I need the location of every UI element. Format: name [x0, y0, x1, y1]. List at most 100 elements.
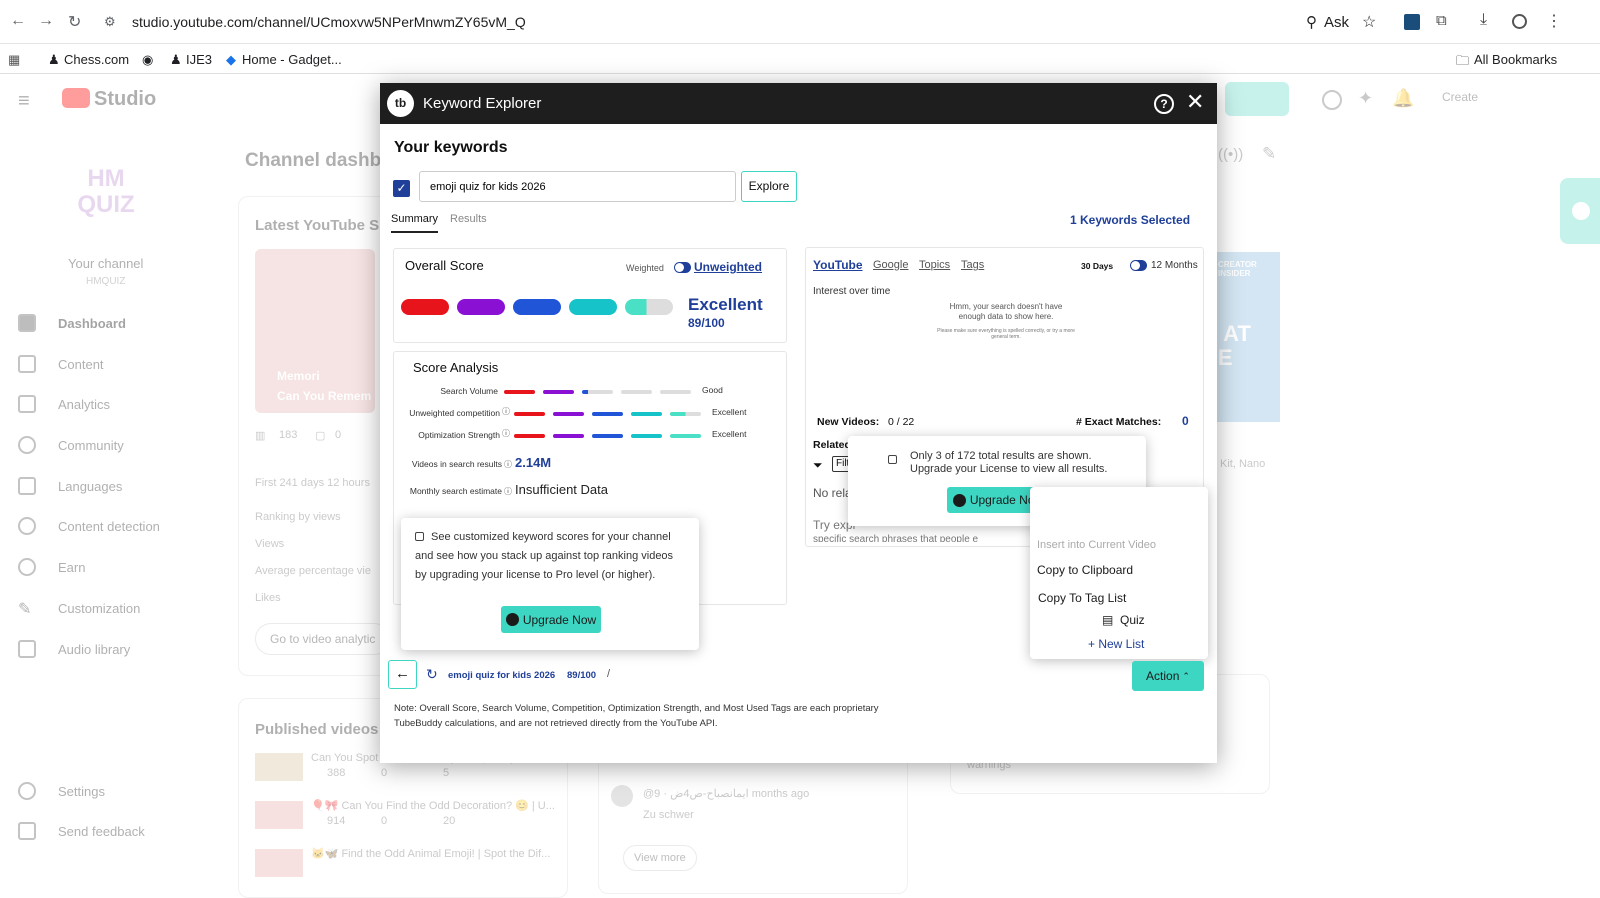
edit-icon[interactable]: ✎ [1262, 144, 1276, 164]
info-icon[interactable]: ⓘ [502, 428, 510, 439]
list-icon: ▤ [1102, 613, 1114, 627]
back-button[interactable]: ← [388, 660, 417, 689]
refresh-icon[interactable]: ↻ [426, 666, 438, 683]
views-icon: ▥ [255, 430, 266, 442]
search-icon[interactable]: ⚲ [1306, 13, 1317, 31]
breadcrumb-keyword[interactable]: emoji quiz for kids 2026 [448, 670, 555, 681]
menu-copy-tag-list[interactable]: Copy To Tag List [1038, 591, 1126, 605]
bell-icon[interactable]: 🔔 [1392, 88, 1414, 109]
menu-insert-into-video[interactable]: Insert into Current Video [1037, 539, 1156, 551]
go-to-analytics-button[interactable]: Go to video analytic [255, 623, 391, 655]
pub-title[interactable]: 🐱🦋 Find the Odd Animal Emoji! | Spot the… [311, 847, 550, 860]
nav-languages[interactable]: Languages [18, 477, 122, 495]
pub-thumb[interactable] [255, 801, 303, 829]
tab-summary[interactable]: Summary [391, 213, 439, 233]
keyword-input[interactable] [419, 171, 736, 202]
star-icon[interactable]: ☆ [1362, 12, 1376, 32]
all-bookmarks[interactable]: All Bookmarks [1474, 52, 1557, 67]
tab-google[interactable]: Google [873, 259, 908, 271]
nav-community[interactable]: Community [18, 436, 124, 454]
close-icon[interactable]: ✕ [1186, 89, 1204, 115]
period-toggle[interactable] [1130, 260, 1147, 271]
back-icon[interactable]: ← [10, 12, 26, 30]
unweighted-label[interactable]: Unweighted [694, 260, 762, 274]
live-icon[interactable]: ((•)) [1218, 146, 1243, 163]
nav-dashboard[interactable]: Dashboard [18, 314, 126, 332]
upgrade-now-button[interactable]: Upgrade Now [501, 606, 601, 633]
info-icon[interactable]: ⓘ [502, 406, 510, 417]
bookmark-ije3[interactable]: IJE3 [186, 52, 212, 67]
action-menu: Insert into Current Video Copy to Clipbo… [1030, 487, 1208, 659]
diamond-icon: ◆ [226, 52, 236, 67]
sparkle-icon[interactable]: ✦ [1358, 88, 1373, 109]
action-button[interactable]: Action ⌃ [1132, 661, 1204, 691]
hamburger-icon[interactable]: ≡ [18, 90, 30, 113]
menu-new-list[interactable]: + New List [1088, 637, 1144, 651]
tubebuddy-menu-button[interactable] [1225, 82, 1289, 116]
comment-icon: ▢ [315, 430, 326, 442]
help-icon[interactable]: ? [1154, 94, 1174, 114]
first-days: First 241 days 12 hours [255, 477, 370, 489]
tab-results[interactable]: Results [450, 213, 487, 225]
youtube-logo-icon[interactable] [62, 88, 90, 108]
bookmark-chess[interactable]: Chess.com [64, 52, 129, 67]
channel-logo[interactable]: HM QUIZ [64, 166, 148, 226]
profile-icon[interactable] [1512, 14, 1527, 29]
nav-customization[interactable]: ✎ Customization [18, 599, 140, 619]
weighted-toggle[interactable] [674, 262, 691, 273]
nav-settings[interactable]: Settings [18, 782, 105, 800]
modal-title: Keyword Explorer [423, 95, 542, 112]
analysis-rating: Good [702, 385, 723, 395]
tab-tags[interactable]: Tags [961, 259, 984, 271]
site-info-icon[interactable]: ⚙ [104, 14, 116, 30]
analysis-bar-segment [592, 412, 623, 416]
nav-send-feedback[interactable]: Send feedback [18, 822, 145, 840]
extension-icon[interactable] [1404, 14, 1420, 30]
tubebuddy-side-tab[interactable] [1560, 178, 1600, 244]
pub-thumb[interactable] [255, 753, 303, 781]
your-keywords-heading: Your keywords [394, 139, 508, 156]
pub-title[interactable]: 🎈🎀 Can You Find the Odd Decoration? 😊 | … [311, 799, 555, 812]
reload-icon[interactable]: ↻ [68, 12, 81, 32]
nav-analytics[interactable]: Analytics [18, 395, 110, 413]
nav-earn[interactable]: Earn [18, 558, 85, 576]
pub-thumb[interactable] [255, 849, 303, 877]
period-30-days[interactable]: 30 Days [1081, 261, 1113, 271]
forward-icon[interactable]: → [38, 12, 54, 30]
apps-icon[interactable]: ▦ [8, 52, 20, 68]
address-bar[interactable]: studio.youtube.com/channel/UCmoxvw5NPerM… [132, 14, 526, 30]
upgrade-tooltip: See customized keyword scores for your c… [401, 518, 699, 650]
info-icon[interactable]: ⓘ [504, 459, 512, 470]
tab-topics[interactable]: Topics [919, 259, 950, 271]
nav-content-detection[interactable]: Content detection [18, 517, 160, 535]
analysis-bar-segment [621, 390, 652, 394]
help-icon[interactable] [1322, 90, 1342, 110]
your-channel-label: Your channel [68, 256, 144, 271]
puzzle-icon[interactable]: ⧉ [1436, 12, 1447, 29]
period-12-months[interactable]: 12 Months [1151, 260, 1198, 271]
keyword-explorer-modal: tb Keyword Explorer ? ✕ Your keywords ✓ … [380, 83, 1217, 763]
latest-card-title: Latest YouTube S [255, 217, 380, 234]
ask-button[interactable]: Ask [1324, 14, 1349, 31]
nav-content[interactable]: Content [18, 355, 104, 373]
download-icon[interactable]: ⤓ [1480, 11, 1487, 29]
view-more-button[interactable]: View more [623, 845, 697, 871]
videos-in-results-label: Videos in search results [411, 459, 502, 469]
analysis-bar-segment [660, 390, 691, 394]
menu-list-quiz[interactable]: Quiz [1120, 613, 1145, 627]
menu-icon[interactable]: ⋮ [1546, 11, 1562, 31]
menu-copy-clipboard[interactable]: Copy to Clipboard [1037, 563, 1133, 577]
nav-audio-library[interactable]: Audio library [18, 640, 130, 658]
explore-button[interactable]: Explore [741, 171, 797, 202]
analysis-bar-segment [631, 412, 662, 416]
create-button[interactable]: Create [1442, 90, 1478, 104]
no-data-hint: Please make sure everything is spelled c… [937, 328, 1075, 340]
tubebuddy-icon [952, 493, 966, 507]
info-icon[interactable]: ⓘ [504, 486, 512, 497]
folder-icon: 🗀 [1456, 53, 1470, 68]
video-thumbnail[interactable]: Memori Can You Remem [255, 249, 375, 413]
filter-icon[interactable]: ⏷ [813, 458, 823, 473]
bookmark-gadget[interactable]: Home - Gadget... [242, 52, 342, 67]
tab-youtube[interactable]: YouTube [813, 258, 863, 272]
keyword-checkbox[interactable]: ✓ [393, 180, 410, 197]
